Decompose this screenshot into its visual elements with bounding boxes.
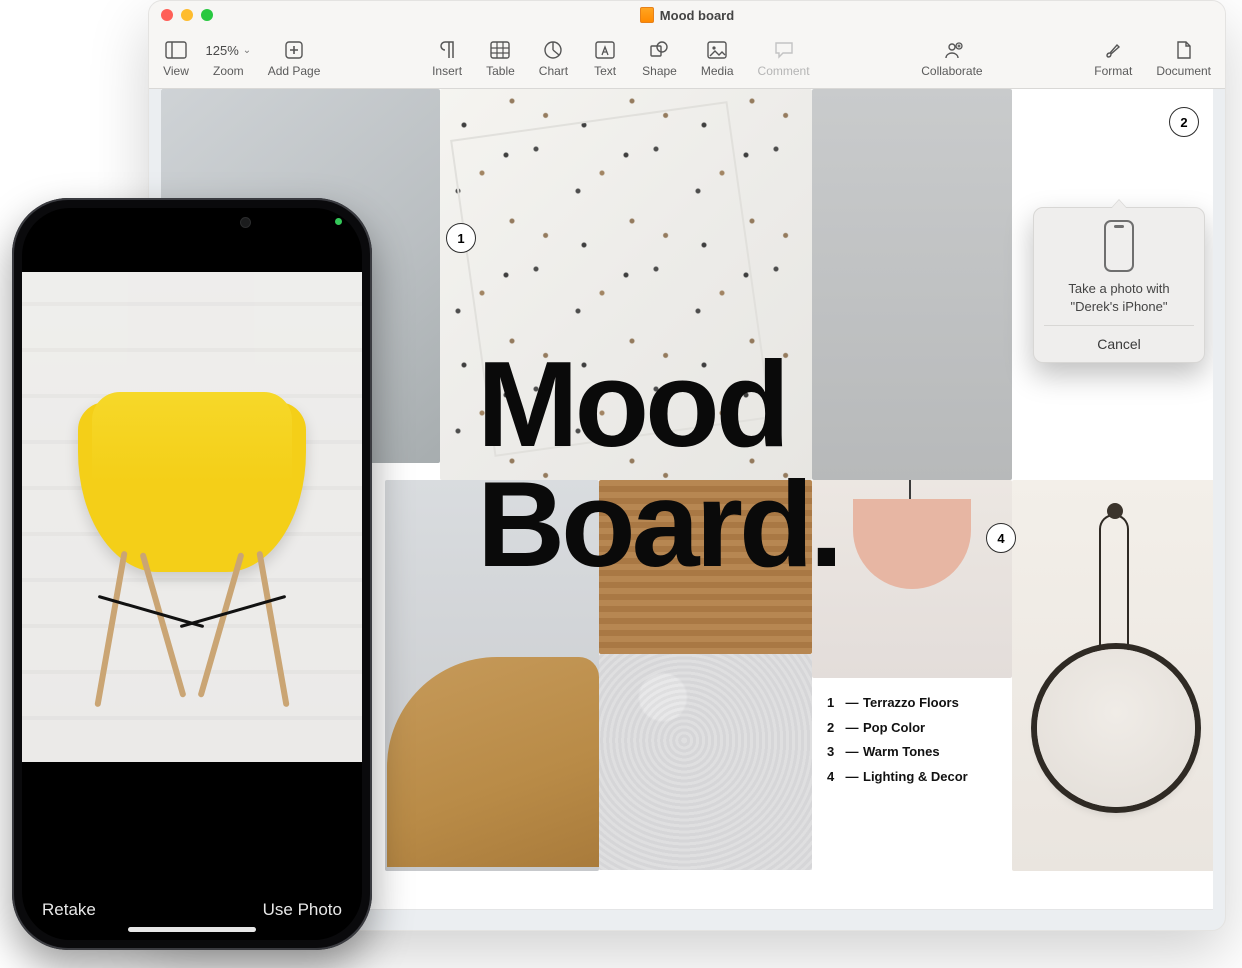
camera-preview [22, 272, 362, 762]
format-label: Format [1094, 64, 1132, 78]
text-label: Text [594, 64, 616, 78]
legend-item: 1—Terrazzo Floors [827, 691, 968, 716]
decor [1107, 503, 1123, 519]
table-icon [487, 39, 513, 61]
shape-button[interactable]: Shape [642, 39, 677, 78]
window-controls [161, 9, 213, 21]
legend-item: 4—Lighting & Decor [827, 765, 968, 790]
pie-chart-icon [540, 39, 566, 61]
shape-icon [646, 39, 672, 61]
camera-indicator-icon [335, 218, 342, 225]
home-indicator[interactable] [128, 927, 256, 932]
callout-badge[interactable]: 1 [446, 223, 476, 253]
sidebar-icon [163, 39, 189, 61]
view-button-label: View [163, 64, 189, 78]
fullscreen-window-button[interactable] [201, 9, 213, 21]
shape-label: Shape [642, 64, 677, 78]
callout-badge[interactable]: 4 [986, 523, 1016, 553]
add-page-label: Add Page [268, 64, 321, 78]
chart-label: Chart [539, 64, 568, 78]
minimize-window-button[interactable] [181, 9, 193, 21]
table-button[interactable]: Table [486, 39, 515, 78]
photo-subject [68, 382, 316, 712]
titlebar: Mood board [149, 1, 1225, 29]
document-icon [640, 7, 654, 23]
collaborate-button[interactable]: Collaborate [921, 39, 982, 78]
iphone-device: Retake Use Photo [12, 198, 372, 950]
headline-line: Mood [477, 345, 839, 465]
iphone-screen: Retake Use Photo [22, 208, 362, 940]
image-tile[interactable] [599, 654, 812, 870]
phone-icon [1104, 220, 1134, 272]
document-headline[interactable]: Mood Board. [477, 345, 839, 584]
document-page-icon [1171, 39, 1197, 61]
decor [1037, 649, 1195, 807]
callout-badge[interactable]: 2 [1169, 107, 1199, 137]
zoom-dropdown[interactable]: 125% ⌄ Zoom [213, 39, 244, 78]
paragraph-icon [434, 39, 460, 61]
comment-label: Comment [758, 64, 810, 78]
media-button[interactable]: Media [701, 39, 734, 78]
image-tile[interactable] [812, 89, 1012, 480]
comment-icon [771, 39, 797, 61]
continuity-camera-popover: Take a photo with "Derek's iPhone" Cance… [1033, 207, 1205, 363]
zoom-value: 125% [206, 43, 239, 58]
brush-icon [1100, 39, 1126, 61]
cancel-button[interactable]: Cancel [1044, 325, 1194, 362]
retake-button[interactable]: Retake [42, 900, 96, 920]
comment-button[interactable]: Comment [758, 39, 810, 78]
document-label: Document [1156, 64, 1211, 78]
image-tile[interactable] [387, 657, 599, 867]
collaborate-icon [939, 39, 965, 61]
toolbar: View 125% ⌄ Zoom Add Page [149, 29, 1225, 89]
table-label: Table [486, 64, 515, 78]
iphone-notch [113, 208, 271, 238]
document-button[interactable]: Document [1156, 39, 1211, 78]
popover-message: Take a photo with "Derek's iPhone" [1044, 280, 1194, 325]
chevron-down-icon: ⌄ [243, 45, 251, 56]
text-button[interactable]: Text [592, 39, 618, 78]
zoom-label: Zoom [213, 64, 244, 78]
decor [1099, 514, 1129, 664]
text-box-icon [592, 39, 618, 61]
add-page-button[interactable]: Add Page [268, 39, 321, 78]
headline-line: Board. [477, 465, 839, 585]
view-button[interactable]: View [163, 39, 189, 78]
insert-button[interactable]: Insert [432, 39, 462, 78]
insert-label: Insert [432, 64, 462, 78]
window-title: Mood board [660, 8, 734, 23]
legend-item: 2—Pop Color [827, 716, 968, 741]
legend-item: 3—Warm Tones [827, 740, 968, 765]
use-photo-button[interactable]: Use Photo [263, 900, 342, 920]
media-label: Media [701, 64, 734, 78]
legend-list: 1—Terrazzo Floors 2—Pop Color 3—Warm Ton… [827, 691, 968, 790]
format-button[interactable]: Format [1094, 39, 1132, 78]
collaborate-label: Collaborate [921, 64, 982, 78]
image-icon [704, 39, 730, 61]
close-window-button[interactable] [161, 9, 173, 21]
chart-button[interactable]: Chart [539, 39, 568, 78]
add-page-icon [281, 39, 307, 61]
